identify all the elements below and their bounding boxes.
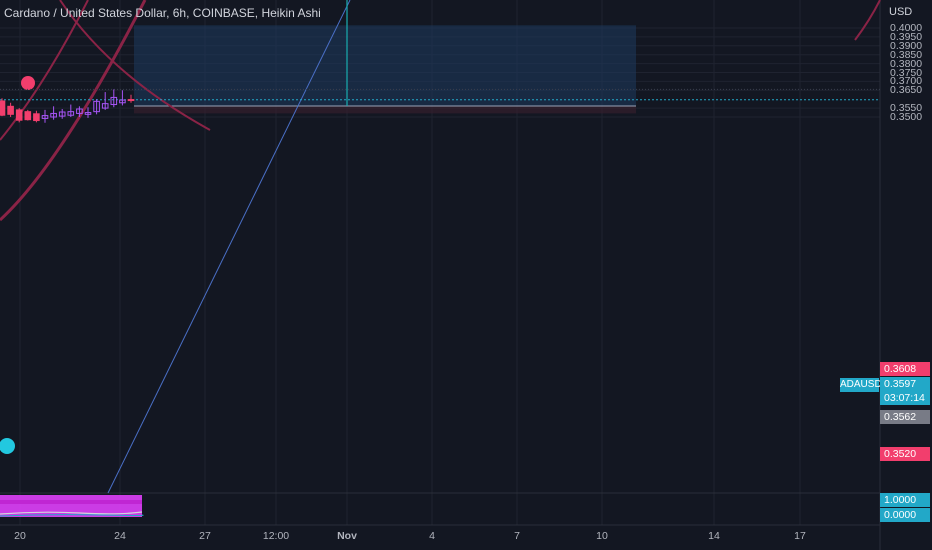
- time-tick: 27: [199, 530, 211, 542]
- price-tick: 0.3650: [890, 84, 923, 97]
- time-tick: 24: [114, 530, 126, 542]
- currency-label: USD: [889, 6, 913, 18]
- curve-edge: [854, 0, 881, 41]
- indicator-label-top: 1.0000: [880, 493, 930, 507]
- time-tick: Nov: [337, 530, 357, 542]
- time-tick: 12:00: [262, 530, 290, 542]
- time-tick: 14: [708, 530, 720, 542]
- candle-body: [15, 109, 23, 121]
- price-label-bottom: 0.3520: [880, 447, 930, 461]
- indicator-label-bottom: 0.0000: [880, 508, 930, 522]
- countdown-label: 03:07:14: [880, 391, 930, 405]
- stop-zone: [134, 105, 636, 114]
- price-label-gray: 0.3562: [880, 410, 930, 424]
- indicator-band: [0, 500, 142, 504]
- price-label-top: 0.3608: [880, 362, 930, 376]
- candle-body: [33, 113, 40, 122]
- time-tick: 10: [596, 530, 608, 542]
- candle-body: [0, 100, 6, 116]
- symbol-label: ADAUSD: [840, 378, 882, 392]
- time-tick: 20: [14, 530, 26, 542]
- time-tick: 17: [794, 530, 806, 542]
- target-zone: [134, 25, 636, 106]
- price-label-current: 0.3597: [880, 377, 930, 391]
- marker-dot-cyan: [0, 438, 15, 454]
- time-tick: 7: [514, 530, 520, 542]
- chart-canvas[interactable]: [0, 0, 932, 550]
- price-tick: 0.3500: [890, 111, 923, 123]
- chart-title: Cardano / United States Dollar, 6h, COIN…: [4, 6, 321, 20]
- marker-dot-red: [21, 76, 35, 90]
- indicator-pane: [0, 495, 144, 517]
- time-tick: 4: [429, 530, 435, 542]
- candle-body: [7, 105, 14, 115]
- candle-body: [127, 99, 135, 102]
- candle-body: [24, 111, 32, 121]
